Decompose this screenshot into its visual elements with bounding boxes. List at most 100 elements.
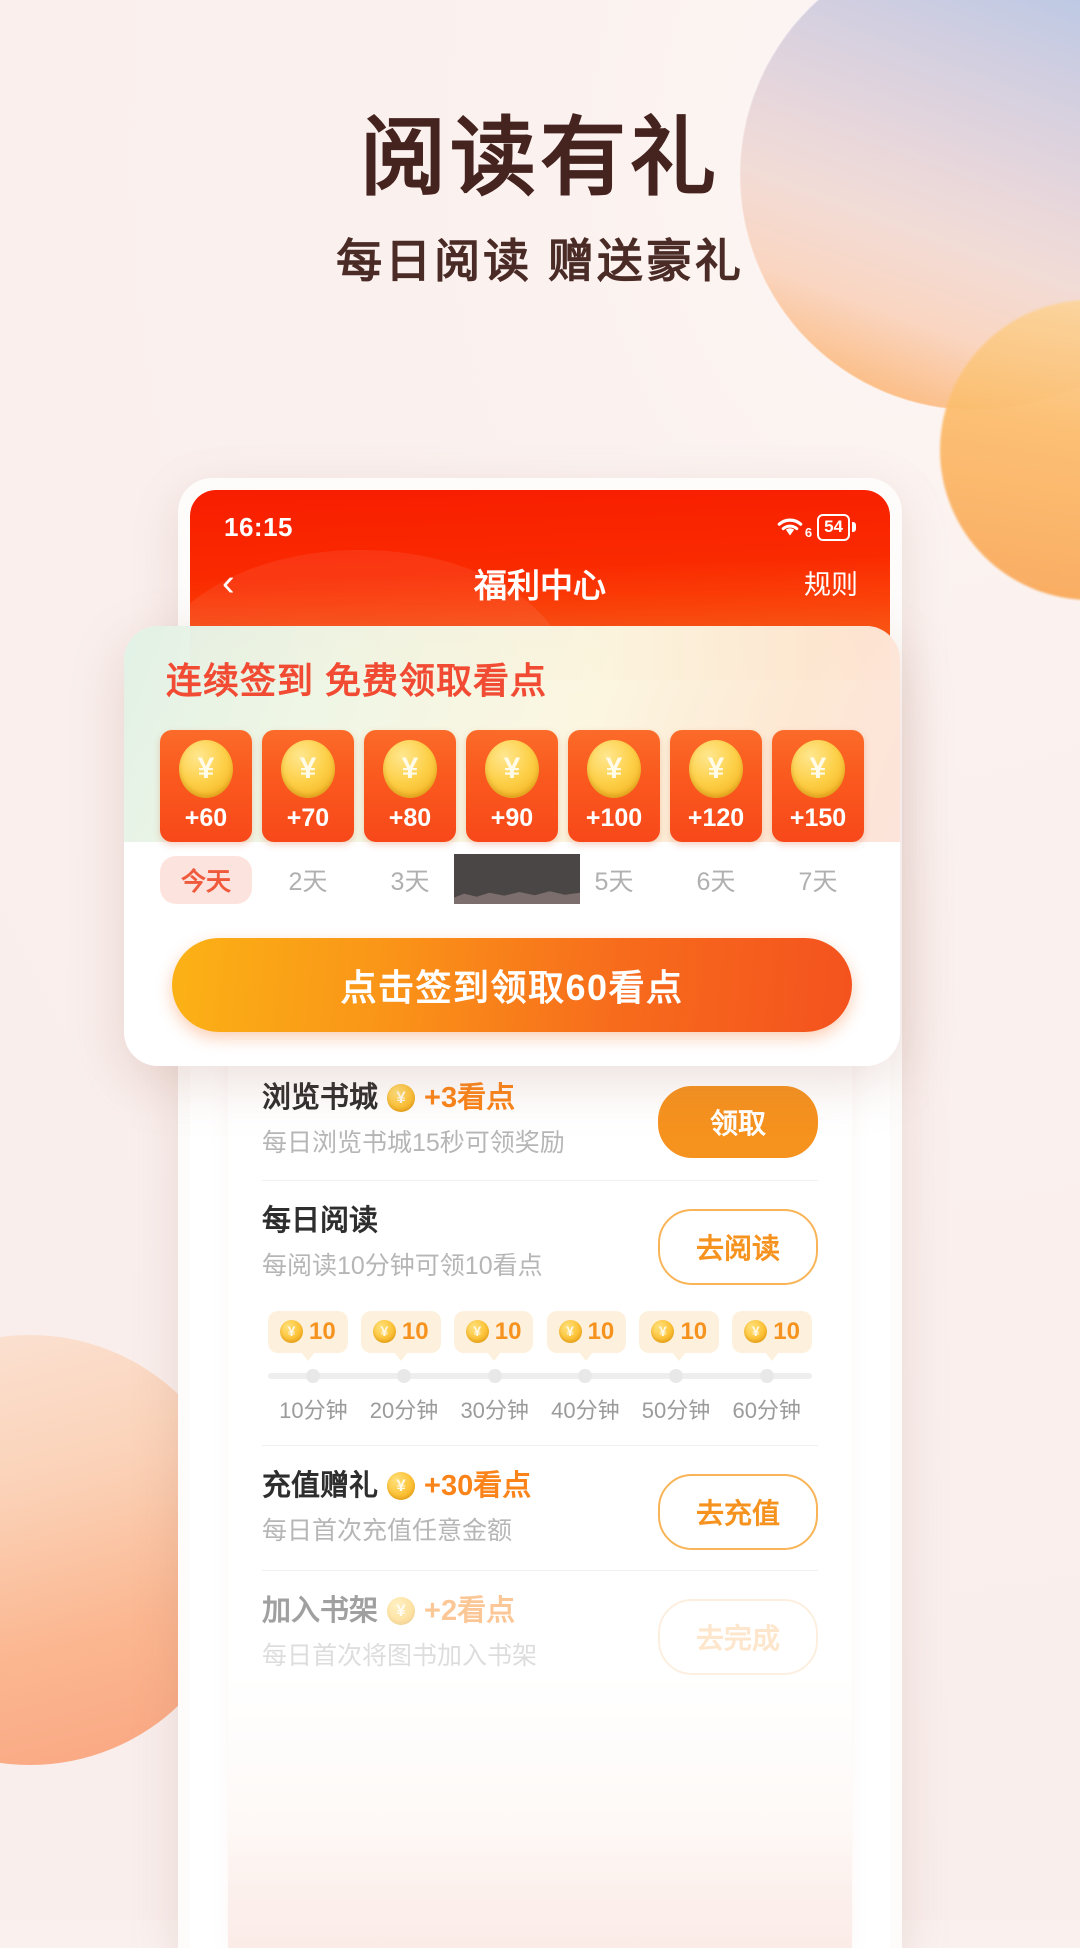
coin-yen-icon — [558, 1320, 582, 1344]
task-row: 浏览书城 +3看点 每日浏览书城15秒可领奖励 领取 — [228, 1058, 852, 1178]
task-action-button[interactable]: 去阅读 — [658, 1208, 818, 1285]
reward-chip: 10 — [268, 1310, 348, 1361]
app-navbar: ‹ 福利中心 规则 — [190, 543, 890, 604]
coin-yen-icon — [791, 739, 845, 798]
coin-yen-icon — [587, 739, 641, 798]
scroll-fade — [228, 1828, 852, 1948]
task-action-button[interactable]: 去充值 — [658, 1473, 818, 1550]
signin-day-label: 今天 — [160, 856, 252, 904]
coin-yen-icon — [387, 1471, 416, 1500]
signin-day-labels: 今天 2天 3天 4天 5天 6天 7天 — [160, 854, 864, 904]
battery-icon: 54 — [817, 514, 856, 541]
signin-tile-value: +60 — [184, 803, 228, 832]
progress-ticks — [268, 1368, 812, 1383]
progress-tick — [669, 1368, 684, 1383]
signin-tile[interactable]: +120 — [670, 730, 762, 842]
progress-tick — [306, 1368, 320, 1383]
task-title-line: 浏览书城 +3看点 — [262, 1080, 642, 1116]
progress-label: 40分钟 — [551, 1397, 620, 1423]
signin-tile-value: +70 — [286, 803, 330, 832]
signin-tile[interactable]: +100 — [568, 730, 660, 842]
modal-content: 连续签到 免费领取看点 +60 +70 +80 +90 +100 — [124, 626, 900, 1032]
reward-chip-value: 10 — [773, 1317, 800, 1345]
task-info: 加入书架 +2看点 每日首次将图书加入书架 — [262, 1593, 642, 1673]
task-action-button[interactable]: 领取 — [658, 1086, 818, 1158]
signin-modal: 连续签到 免费领取看点 +60 +70 +80 +90 +100 — [124, 626, 900, 1066]
reward-chip-value: 10 — [680, 1317, 708, 1345]
task-title: 充值赠礼 — [262, 1469, 379, 1502]
coin-yen-icon — [387, 1084, 416, 1113]
progress-tick — [487, 1368, 502, 1383]
progress-tick — [759, 1368, 774, 1383]
reward-chip: 10 — [732, 1310, 812, 1361]
progress-label: 20分钟 — [369, 1397, 439, 1423]
status-time: 16:15 — [224, 512, 293, 542]
navbar-title: 福利中心 — [474, 566, 606, 604]
signin-tile[interactable]: +70 — [262, 730, 354, 842]
signin-tile[interactable]: +90 — [466, 730, 558, 842]
signin-tile-value: +80 — [388, 803, 432, 832]
reading-progress: 10 10 10 10 — [262, 1310, 818, 1425]
battery-level: 54 — [817, 514, 850, 541]
page-subtitle: 每日阅读 赠送豪礼 — [336, 234, 744, 287]
task-row: 充值赠礼 +30看点 每日首次充值任意金额 去充值 — [228, 1446, 852, 1568]
signin-tile[interactable]: +150 — [772, 730, 864, 842]
signin-title: 连续签到 免费领取看点 — [166, 660, 548, 701]
reward-chip: 10 — [639, 1310, 720, 1361]
wifi-generation-label: 6 — [804, 525, 813, 541]
task-title-line: 充值赠礼 +30看点 — [262, 1468, 642, 1504]
signin-cta-button[interactable]: 点击签到领取60看点 — [172, 938, 852, 1032]
coin-yen-icon — [281, 739, 335, 798]
task-info: 充值赠礼 +30看点 每日首次充值任意金额 — [262, 1468, 642, 1548]
reward-chip-value: 10 — [309, 1317, 336, 1345]
progress-label: 60分钟 — [732, 1397, 801, 1423]
coin-yen-icon — [485, 739, 539, 798]
back-button[interactable]: ‹ — [222, 564, 282, 602]
task-title: 每日阅读 — [262, 1204, 379, 1237]
coin-yen-icon — [179, 739, 233, 798]
task-row: 加入书架 +2看点 每日首次将图书加入书架 去完成 — [228, 1571, 852, 1693]
coin-yen-icon — [651, 1320, 675, 1344]
signin-day-label: 2天 — [288, 868, 328, 896]
task-description: 每日首次将图书加入书架 — [262, 1642, 538, 1670]
task-title-line: 加入书架 +2看点 — [262, 1593, 642, 1629]
reward-chip-value: 10 — [401, 1317, 429, 1345]
progress-label: 30分钟 — [460, 1397, 529, 1423]
reward-chip-value: 10 — [587, 1317, 615, 1345]
signin-tiles: +60 +70 +80 +90 +100 +120 — [160, 730, 864, 842]
coin-yen-icon — [744, 1320, 768, 1344]
reward-chip: 10 — [453, 1310, 534, 1361]
progress-track — [268, 1368, 812, 1383]
task-info: 每日阅读 每阅读10分钟可领10看点 — [262, 1203, 642, 1283]
signin-tile-value: +120 — [687, 803, 745, 832]
reward-chip: 10 — [546, 1310, 627, 1361]
task-description: 每日首次充值任意金额 — [262, 1517, 513, 1545]
signin-tile-value: +100 — [585, 803, 643, 832]
signin-tile-value: +90 — [490, 803, 534, 832]
task-points: +2看点 — [424, 1594, 516, 1627]
coin-yen-icon — [689, 739, 743, 798]
task-points: +3看点 — [424, 1082, 516, 1114]
battery-tip — [852, 522, 856, 533]
task-description: 每阅读10分钟可领10看点 — [262, 1252, 543, 1280]
status-indicators: 6 54 — [775, 514, 856, 541]
task-points: +30看点 — [424, 1469, 532, 1502]
coin-yen-icon — [372, 1320, 396, 1344]
hero-section: 阅读有礼 每日阅读 赠送豪礼 — [0, 112, 1080, 291]
progress-label: 10分钟 — [279, 1397, 348, 1423]
task-row: 每日阅读 每阅读10分钟可领10看点 去阅读 10 — [228, 1181, 852, 1443]
progress-label: 50分钟 — [641, 1397, 711, 1423]
progress-tick — [578, 1368, 593, 1383]
status-bar: 16:15 6 54 — [190, 490, 890, 543]
progress-tick — [396, 1368, 411, 1383]
signin-tile[interactable]: +60 — [160, 730, 252, 842]
reward-chip-value: 10 — [494, 1317, 522, 1345]
signin-tile[interactable]: +80 — [364, 730, 456, 842]
task-action-button[interactable]: 去完成 — [658, 1598, 818, 1675]
task-description: 每日浏览书城15秒可领奖励 — [262, 1129, 565, 1158]
wifi-icon: 6 — [775, 515, 812, 540]
signin-day-label: 6天 — [696, 868, 736, 896]
rules-button[interactable]: 规则 — [804, 563, 858, 602]
redaction-overlay — [454, 854, 580, 904]
signin-day-label: 3天 — [390, 868, 430, 896]
